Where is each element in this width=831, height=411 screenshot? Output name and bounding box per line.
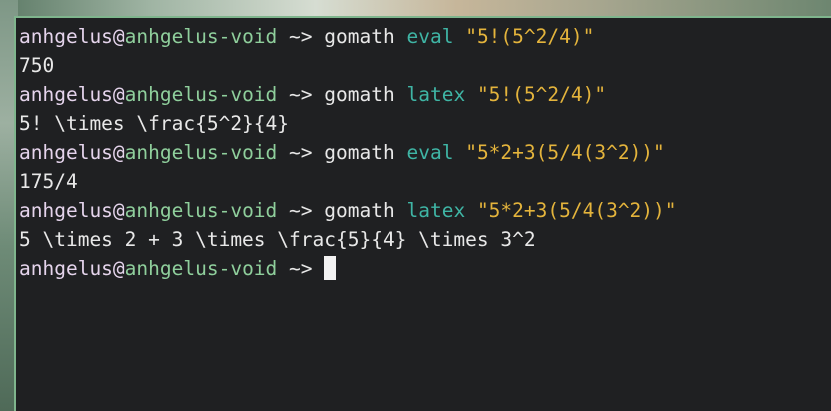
command-argument: "5*2+3(5/4(3^2))"	[465, 141, 665, 164]
prompt-host: anhgelus-void	[124, 199, 278, 222]
command-name: gomath	[324, 83, 395, 106]
command-line: anhgelus@anhgelus-void ~> gomath eval "5…	[19, 22, 831, 51]
command-line: anhgelus@anhgelus-void ~> gomath latex "…	[19, 80, 831, 109]
text-cursor[interactable]	[324, 256, 337, 280]
command-line: anhgelus@anhgelus-void ~> gomath latex "…	[19, 196, 831, 225]
prompt-at: @	[112, 199, 125, 222]
command-subcommand: latex	[406, 83, 466, 106]
command-output: 175/4	[19, 170, 78, 193]
command-name: gomath	[324, 141, 395, 164]
prompt-user: anhgelus	[19, 25, 113, 48]
prompt-host: anhgelus-void	[124, 83, 278, 106]
command-argument: "5!(5^2/4)"	[465, 25, 595, 48]
prompt-user: anhgelus	[19, 83, 113, 106]
command-name: gomath	[324, 199, 395, 222]
prompt-host: anhgelus-void	[124, 141, 278, 164]
terminal-window[interactable]: anhgelus@anhgelus-void ~> gomath eval "5…	[14, 16, 831, 411]
command-line: anhgelus@anhgelus-void ~> gomath eval "5…	[19, 138, 831, 167]
prompt-path: ~>	[277, 25, 313, 48]
command-argument: "5!(5^2/4)"	[476, 83, 607, 106]
command-subcommand: eval	[406, 25, 454, 48]
prompt-at: @	[112, 141, 125, 164]
prompt-path: ~>	[277, 257, 313, 280]
command-name: gomath	[324, 25, 395, 48]
command-subcommand: eval	[406, 141, 454, 164]
prompt-user: anhgelus	[19, 199, 113, 222]
prompt-host: anhgelus-void	[124, 25, 278, 48]
prompt-host: anhgelus-void	[124, 257, 278, 280]
prompt-path: ~>	[277, 83, 313, 106]
prompt-path: ~>	[277, 141, 313, 164]
current-prompt-line[interactable]: anhgelus@anhgelus-void ~>	[19, 254, 831, 283]
command-subcommand: latex	[406, 199, 466, 222]
prompt-at: @	[112, 25, 125, 48]
command-output: 5! \times \frac{5^2}{4}	[19, 112, 290, 135]
prompt-user: anhgelus	[19, 141, 113, 164]
prompt-at: @	[112, 257, 125, 280]
command-output: 750	[19, 54, 55, 77]
prompt-at: @	[112, 83, 125, 106]
command-output: 5 \times 2 + 3 \times \frac{5}{4} \times…	[19, 228, 536, 251]
prompt-path: ~>	[277, 199, 313, 222]
command-argument: "5*2+3(5/4(3^2))"	[476, 199, 677, 222]
prompt-user: anhgelus	[19, 257, 113, 280]
